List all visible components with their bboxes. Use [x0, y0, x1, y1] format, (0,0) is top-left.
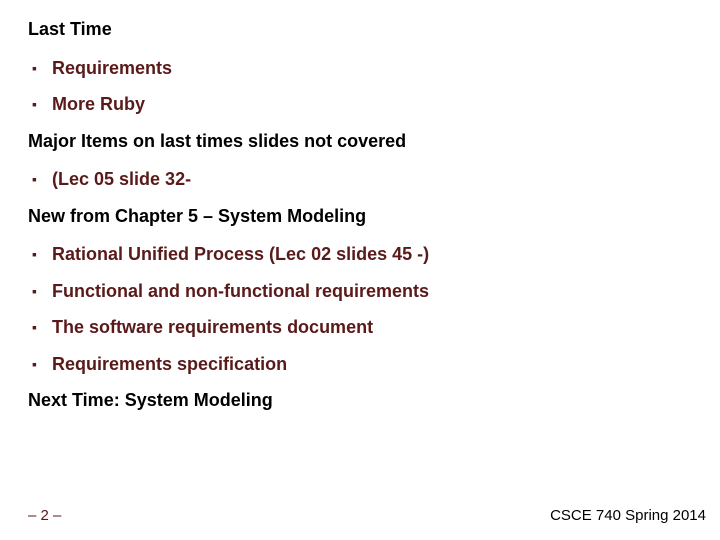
section-heading: New from Chapter 5 – System Modeling: [28, 205, 720, 228]
list-item: (Lec 05 slide 32-: [28, 168, 720, 191]
bullet-list: (Lec 05 slide 32-: [28, 168, 720, 191]
slide: Last Time Requirements More Ruby Major I…: [0, 0, 720, 540]
bullet-list: Rational Unified Process (Lec 02 slides …: [28, 243, 720, 375]
list-item: Requirements specification: [28, 353, 720, 376]
bullet-list: Requirements More Ruby: [28, 57, 720, 116]
section-heading: Last Time: [28, 18, 720, 41]
page-number: – 2 –: [28, 507, 61, 524]
list-item: Functional and non-functional requiremen…: [28, 280, 720, 303]
list-item: The software requirements document: [28, 316, 720, 339]
section-heading: Major Items on last times slides not cov…: [28, 130, 720, 153]
section-heading: Next Time: System Modeling: [28, 389, 720, 412]
list-item: More Ruby: [28, 93, 720, 116]
list-item: Requirements: [28, 57, 720, 80]
list-item: Rational Unified Process (Lec 02 slides …: [28, 243, 720, 266]
course-label: CSCE 740 Spring 2014: [550, 507, 706, 524]
